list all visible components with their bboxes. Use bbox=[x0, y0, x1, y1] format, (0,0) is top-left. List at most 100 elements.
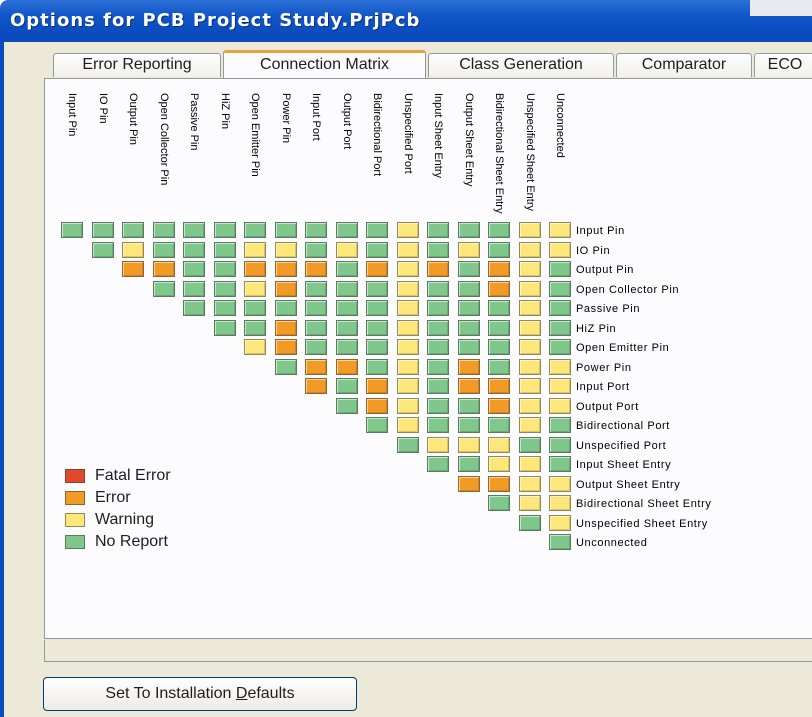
matrix-cell[interactable] bbox=[488, 495, 510, 511]
matrix-cell[interactable] bbox=[152, 222, 175, 238]
matrix-cell[interactable] bbox=[274, 358, 297, 375]
matrix-cell[interactable] bbox=[427, 397, 449, 414]
matrix-cell[interactable] bbox=[335, 378, 358, 394]
matrix-cell[interactable] bbox=[335, 241, 358, 258]
matrix-cell[interactable] bbox=[457, 358, 480, 375]
matrix-cell[interactable] bbox=[213, 300, 236, 316]
matrix-cell[interactable] bbox=[274, 222, 297, 238]
matrix-cell[interactable] bbox=[396, 319, 419, 336]
matrix-cell[interactable] bbox=[488, 261, 510, 277]
matrix-cell[interactable] bbox=[518, 339, 541, 355]
matrix-cell[interactable] bbox=[488, 378, 510, 394]
matrix-cell[interactable] bbox=[518, 475, 541, 492]
matrix-cell[interactable] bbox=[335, 397, 358, 414]
matrix-cell[interactable] bbox=[183, 241, 205, 258]
matrix-cell[interactable] bbox=[457, 436, 480, 453]
matrix-cell[interactable] bbox=[457, 417, 480, 433]
matrix-cell[interactable] bbox=[427, 358, 449, 375]
matrix-cell[interactable] bbox=[274, 339, 297, 355]
matrix-cell[interactable] bbox=[305, 300, 327, 316]
matrix-cell[interactable] bbox=[152, 241, 175, 258]
matrix-cell[interactable] bbox=[549, 417, 571, 433]
matrix-cell[interactable] bbox=[274, 319, 297, 336]
matrix-cell[interactable] bbox=[488, 280, 510, 297]
matrix-cell[interactable] bbox=[488, 358, 510, 375]
matrix-cell[interactable] bbox=[549, 495, 571, 511]
matrix-cell[interactable] bbox=[518, 378, 541, 394]
matrix-cell[interactable] bbox=[244, 319, 266, 336]
matrix-cell[interactable] bbox=[488, 417, 510, 433]
matrix-cell[interactable] bbox=[183, 300, 205, 316]
matrix-cell[interactable] bbox=[427, 241, 449, 258]
matrix-cell[interactable] bbox=[518, 417, 541, 433]
matrix-cell[interactable] bbox=[244, 241, 266, 258]
matrix-cell[interactable] bbox=[488, 319, 510, 336]
matrix-cell[interactable] bbox=[335, 261, 358, 277]
matrix-cell[interactable] bbox=[518, 514, 541, 531]
matrix-cell[interactable] bbox=[213, 222, 236, 238]
matrix-cell[interactable] bbox=[366, 319, 388, 336]
matrix-cell[interactable] bbox=[213, 241, 236, 258]
matrix-cell[interactable] bbox=[549, 241, 571, 258]
matrix-cell[interactable] bbox=[396, 241, 419, 258]
matrix-cell[interactable] bbox=[213, 319, 236, 336]
matrix-cell[interactable] bbox=[274, 241, 297, 258]
matrix-cell[interactable] bbox=[518, 495, 541, 511]
matrix-cell[interactable] bbox=[457, 261, 480, 277]
matrix-cell[interactable] bbox=[183, 280, 205, 297]
matrix-cell[interactable] bbox=[427, 261, 449, 277]
matrix-cell[interactable] bbox=[488, 339, 510, 355]
matrix-cell[interactable] bbox=[366, 339, 388, 355]
matrix-cell[interactable] bbox=[518, 261, 541, 277]
matrix-cell[interactable] bbox=[366, 300, 388, 316]
matrix-cell[interactable] bbox=[305, 261, 327, 277]
matrix-cell[interactable] bbox=[61, 222, 83, 238]
matrix-cell[interactable] bbox=[183, 261, 205, 277]
matrix-cell[interactable] bbox=[274, 300, 297, 316]
matrix-cell[interactable] bbox=[488, 241, 510, 258]
matrix-cell[interactable] bbox=[396, 397, 419, 414]
matrix-cell[interactable] bbox=[518, 222, 541, 238]
matrix-cell[interactable] bbox=[488, 475, 510, 492]
matrix-cell[interactable] bbox=[366, 358, 388, 375]
matrix-cell[interactable] bbox=[488, 436, 510, 453]
matrix-cell[interactable] bbox=[457, 456, 480, 472]
matrix-cell[interactable] bbox=[122, 261, 144, 277]
matrix-cell[interactable] bbox=[457, 222, 480, 238]
matrix-cell[interactable] bbox=[549, 300, 571, 316]
matrix-cell[interactable] bbox=[305, 378, 327, 394]
matrix-cell[interactable] bbox=[518, 319, 541, 336]
matrix-cell[interactable] bbox=[427, 436, 449, 453]
matrix-cell[interactable] bbox=[488, 456, 510, 472]
matrix-cell[interactable] bbox=[335, 300, 358, 316]
matrix-cell[interactable] bbox=[549, 280, 571, 297]
matrix-cell[interactable] bbox=[488, 397, 510, 414]
matrix-cell[interactable] bbox=[427, 378, 449, 394]
matrix-cell[interactable] bbox=[305, 358, 327, 375]
matrix-cell[interactable] bbox=[305, 222, 327, 238]
matrix-cell[interactable] bbox=[427, 319, 449, 336]
matrix-cell[interactable] bbox=[91, 241, 114, 258]
matrix-cell[interactable] bbox=[335, 280, 358, 297]
matrix-cell[interactable] bbox=[305, 319, 327, 336]
matrix-cell[interactable] bbox=[518, 397, 541, 414]
matrix-cell[interactable] bbox=[427, 300, 449, 316]
matrix-cell[interactable] bbox=[457, 241, 480, 258]
matrix-cell[interactable] bbox=[366, 378, 388, 394]
matrix-cell[interactable] bbox=[366, 241, 388, 258]
matrix-cell[interactable] bbox=[396, 300, 419, 316]
matrix-cell[interactable] bbox=[549, 261, 571, 277]
matrix-cell[interactable] bbox=[457, 300, 480, 316]
matrix-cell[interactable] bbox=[152, 261, 175, 277]
matrix-cell[interactable] bbox=[427, 339, 449, 355]
matrix-cell[interactable] bbox=[274, 280, 297, 297]
matrix-cell[interactable] bbox=[244, 300, 266, 316]
matrix-cell[interactable] bbox=[213, 280, 236, 297]
matrix-cell[interactable] bbox=[518, 300, 541, 316]
matrix-cell[interactable] bbox=[396, 417, 419, 433]
matrix-cell[interactable] bbox=[457, 475, 480, 492]
matrix-cell[interactable] bbox=[549, 222, 571, 238]
matrix-cell[interactable] bbox=[518, 241, 541, 258]
matrix-cell[interactable] bbox=[427, 222, 449, 238]
matrix-cell[interactable] bbox=[213, 261, 236, 277]
